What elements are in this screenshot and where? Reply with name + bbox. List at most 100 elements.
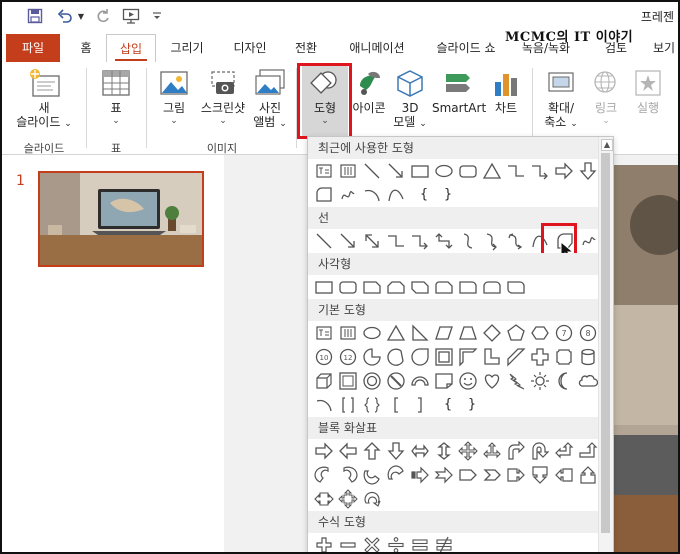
left-bracket-icon[interactable] [386,395,406,415]
table-button[interactable]: 표 ⌄ [96,68,136,127]
minus-icon[interactable] [338,535,358,552]
down-arrow-callout-icon[interactable] [530,465,550,485]
curved-up-arrow-icon[interactable] [362,465,382,485]
tab-animations[interactable]: 애니메이션 [338,36,416,60]
curved-connector-icon[interactable] [458,231,478,251]
line-icon[interactable] [362,161,382,181]
down-arrow-icon[interactable] [578,161,598,181]
not-equal-icon[interactable] [434,535,454,552]
right-arrow-callout-icon[interactable] [506,465,526,485]
text-box-icon[interactable] [314,323,334,343]
down-arrow-icon[interactable] [386,441,406,461]
double-bracket-icon[interactable] [338,395,358,415]
left-arrow-icon[interactable] [338,441,358,461]
tab-insert[interactable]: 삽입 [106,34,156,64]
snip-corner-icon[interactable] [314,185,334,205]
presentation-start-icon[interactable] [120,6,142,26]
plus-icon[interactable] [314,535,334,552]
arc-icon[interactable] [314,395,334,415]
tab-file[interactable]: 파일 [6,34,60,62]
can-icon[interactable] [578,347,598,367]
right-brace-icon[interactable]: } [438,185,458,205]
left-brace-icon[interactable]: { [414,185,434,205]
tab-draw[interactable]: 그리기 [162,36,212,60]
cube-shape-icon[interactable] [314,371,334,391]
up-arrow-icon[interactable] [362,441,382,461]
new-slide-button[interactable]: 새 슬라이드 ⌄ [12,68,76,131]
scrollbar-thumb[interactable] [601,153,610,533]
curved-right-arrow-icon[interactable] [314,465,334,485]
chord-icon[interactable] [386,347,406,367]
sun-icon[interactable] [530,371,550,391]
rounded-rectangle-icon[interactable] [338,277,358,297]
tab-transitions[interactable]: 전환 [286,36,326,60]
striped-right-arrow-icon[interactable] [410,465,430,485]
bent-arrow-icon[interactable] [506,441,526,461]
pie-icon[interactable] [362,347,382,367]
right-arrow-icon[interactable] [554,161,574,181]
decagon-icon[interactable]: 10 [314,347,334,367]
u-turn-arrow-icon[interactable] [530,441,550,461]
screenshot-button[interactable]: 스크린샷 ⌄ [196,68,250,127]
plaque-icon[interactable] [554,347,574,367]
double-arrow-line-icon[interactable] [362,231,382,251]
snip-diagonal-rectangle-icon[interactable] [410,277,430,297]
smiley-face-icon[interactable] [458,371,478,391]
picture-button[interactable]: 그림 ⌄ [154,68,194,127]
bent-up-arrow-icon[interactable] [578,441,598,461]
multiply-icon[interactable] [362,535,382,552]
redo-icon[interactable] [92,6,114,26]
round-diagonal-rectangle-icon[interactable] [506,277,526,297]
arrow-line-icon[interactable] [386,161,406,181]
right-bracket-icon[interactable] [410,395,430,415]
donut-icon[interactable] [362,371,382,391]
diamond-icon[interactable] [482,323,502,343]
oval-icon[interactable] [434,161,454,181]
arc-icon[interactable] [362,185,382,205]
rectangle-icon[interactable] [410,161,430,181]
snip-same-side-rectangle-icon[interactable] [386,277,406,297]
tab-slideshow[interactable]: 슬라이드 쇼 [426,36,506,60]
triangle-icon[interactable] [386,323,406,343]
chevron-arrow-icon[interactable] [482,465,502,485]
lightning-bolt-icon[interactable] [506,371,526,391]
elbow-double-arrow-connector-icon[interactable] [434,231,454,251]
trapezoid-icon[interactable] [458,323,478,343]
tab-view[interactable]: 보기 [646,36,678,60]
division-icon[interactable] [386,535,406,552]
tab-design[interactable]: 디자인 [224,36,276,60]
left-arrow-callout-icon[interactable] [554,465,574,485]
chart-button[interactable]: 차트 [488,68,524,115]
cross-icon[interactable] [530,347,550,367]
customize-toolbar-icon[interactable] [148,6,166,26]
slide-thumbnail[interactable] [38,171,204,267]
link-button[interactable]: 링크 ⌄ [586,68,626,127]
round-single-corner-rectangle-icon[interactable] [458,277,478,297]
undo-dropdown-icon[interactable]: ▼ [76,6,86,26]
pentagon-icon[interactable] [506,323,526,343]
left-up-arrow-icon[interactable] [554,441,574,461]
cloud-icon[interactable] [578,371,598,391]
smartart-button[interactable]: SmartArt [432,68,486,115]
quad-arrow-icon[interactable] [458,441,478,461]
up-down-arrow-icon[interactable] [434,441,454,461]
hexagon-icon[interactable] [530,323,550,343]
rectangle-icon[interactable] [314,277,334,297]
photo-album-button[interactable]: 사진 앨범 ⌄ [250,68,290,131]
action-button[interactable]: 실행 [628,68,668,115]
left-right-arrow-callout-icon[interactable] [314,489,334,509]
notched-right-arrow-icon[interactable] [434,465,454,485]
tab-home[interactable]: 홈 [72,36,100,60]
elbow-connector-icon[interactable] [386,231,406,251]
triangle-icon[interactable] [482,161,502,181]
bevel-icon[interactable] [338,371,358,391]
line-icon[interactable] [314,231,334,251]
icons-button[interactable]: 아이콘 [350,68,388,115]
right-triangle-icon[interactable] [410,323,430,343]
block-arc-icon[interactable] [410,371,430,391]
heptagon-icon[interactable]: 7 [554,323,574,343]
dropdown-scrollbar[interactable]: ▲ [598,137,613,552]
equal-icon[interactable] [410,535,430,552]
snip-single-corner-rectangle-icon[interactable] [362,277,382,297]
heart-icon[interactable] [482,371,502,391]
